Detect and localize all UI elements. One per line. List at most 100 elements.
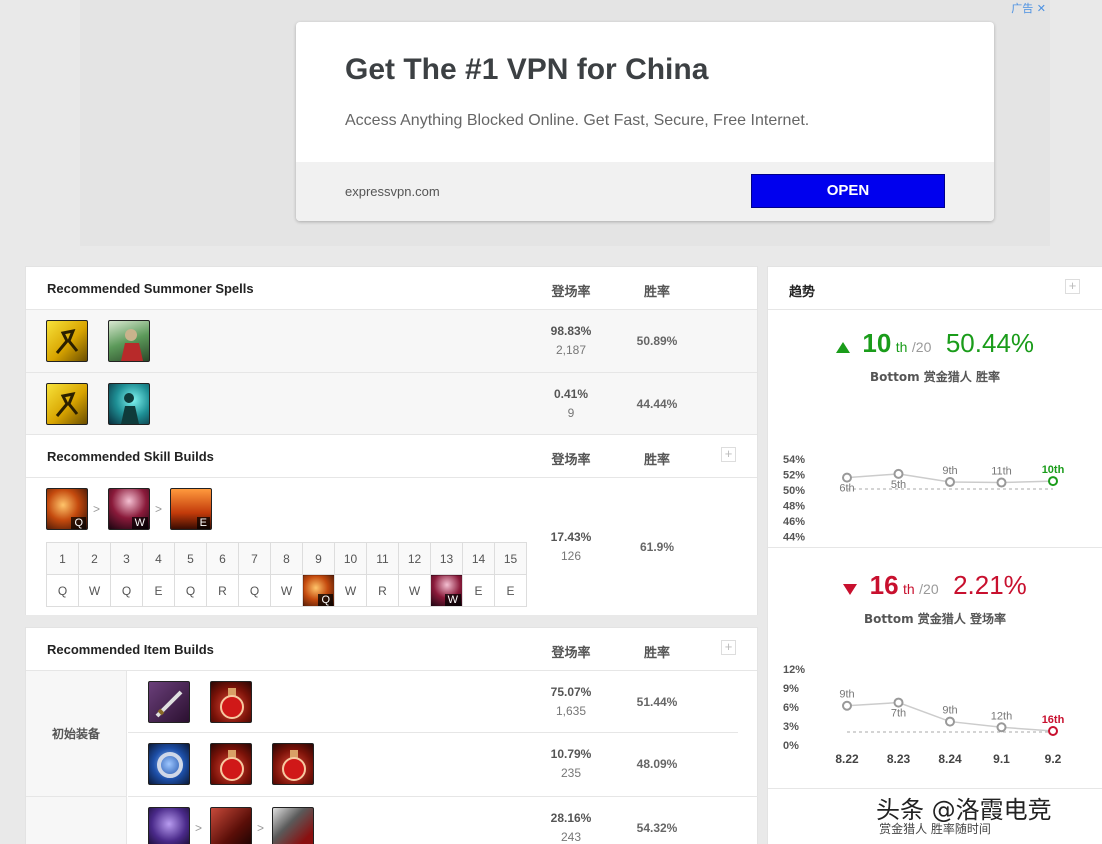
pick-rate: 10.79% <box>550 747 592 761</box>
rank-suffix: th <box>903 581 915 597</box>
ad-banner: 广告 ✕ Get The #1 VPN for China Access Any… <box>80 0 1050 246</box>
data-point <box>996 722 1007 733</box>
y-tick-label: 54% <box>783 454 805 466</box>
expand-button[interactable]: + <box>721 640 736 655</box>
pick-rate-header: 登场率 <box>551 285 591 300</box>
skill-cell: W <box>78 574 111 607</box>
win-rate: 54.32% <box>636 821 678 835</box>
level-cell: 6 <box>206 542 239 575</box>
level-cell: 11 <box>366 542 399 575</box>
x-tick-label: 8.22 <box>835 752 859 766</box>
skills-title: Recommended Skill Builds <box>47 449 214 464</box>
rank-label: 7th <box>891 708 906 720</box>
level-cell: 12 <box>398 542 431 575</box>
chevron-right-icon: > <box>93 502 101 516</box>
spell-row[interactable]: 0.41% 9 44.44% <box>26 373 757 435</box>
skill-cell: R <box>366 574 399 607</box>
ad-card[interactable]: Get The #1 VPN for China Access Anything… <box>296 22 994 221</box>
rank-label: 11th <box>991 466 1012 478</box>
items-title: Recommended Item Builds <box>47 642 214 657</box>
y-tick-label: 9% <box>783 683 799 695</box>
skill-e-icon: E <box>170 488 212 530</box>
pick-count: 1,635 <box>555 704 587 718</box>
rate-value: 50.44% <box>945 328 1035 358</box>
y-tick-label: 48% <box>783 501 805 513</box>
trend-down-icon <box>843 584 858 596</box>
skill-cell: Q <box>238 574 271 607</box>
level-cell: 5 <box>174 542 207 575</box>
pick-rank-line: 16 th /20 2.21% <box>768 570 1102 601</box>
chevron-right-icon: > <box>257 821 265 835</box>
rank-number: 10 <box>862 328 892 358</box>
win-rate-header: 胜率 <box>643 453 670 468</box>
rank-label: 9th <box>839 689 854 701</box>
rank-label: 9th <box>942 705 957 717</box>
skill-cell: Q <box>46 574 79 607</box>
long-sword-icon <box>148 681 190 723</box>
item-row[interactable]: 75.07% 1,635 51.44% <box>128 671 738 733</box>
spells-skills-panel: Recommended Summoner Spells 登场率 胜率 98.83… <box>25 266 758 615</box>
watermark: 头条 @洛霞电竞 <box>876 796 1052 824</box>
pick-rate-header: 登场率 <box>551 646 591 661</box>
pick-rate: 0.41% <box>553 387 589 401</box>
ad-footer: expressvpn.com OPEN <box>296 162 994 221</box>
ad-label: 广告 <box>1011 2 1034 15</box>
berserker-item-icon <box>210 807 252 844</box>
pick-rate-chart: 12% 9% 6% 3% 0% 9th 7th 9th 12th 16th 8.22 8.23 8.24… <box>783 664 1065 766</box>
y-tick-label: 3% <box>783 721 799 733</box>
skill-key-row: Q W Q E Q R Q W Q W R W W E E <box>46 574 527 607</box>
rank-label: 9th <box>942 465 957 477</box>
y-tick-label: 6% <box>783 702 799 714</box>
y-tick-label: 12% <box>783 664 805 676</box>
level-cell: 4 <box>142 542 175 575</box>
expand-button[interactable]: + <box>1065 279 1080 294</box>
rank-label: 16th <box>1042 714 1065 726</box>
y-tick-label: 46% <box>783 516 805 528</box>
pick-count: 9 <box>567 406 575 420</box>
win-rate-trend: 10 th /20 50.44% Bottom 赏金猎人 胜率 54% 52% 50… <box>768 310 1102 548</box>
chevron-right-icon: > <box>195 821 203 835</box>
y-tick-label: 0% <box>783 740 799 752</box>
trend-up-icon <box>835 342 850 354</box>
data-point <box>996 477 1007 488</box>
ad-open-button[interactable]: OPEN <box>751 174 945 208</box>
spells-title: Recommended Summoner Spells <box>47 281 254 296</box>
pick-count: 2,187 <box>555 343 587 357</box>
win-rate: 44.44% <box>636 397 678 411</box>
trend-header: 趋势 + <box>768 267 1102 310</box>
blade-item-icon <box>272 807 314 844</box>
expand-button[interactable]: + <box>721 447 736 462</box>
rank-number: 16 <box>869 570 899 600</box>
item-row[interactable]: > > 28.16% 243 54.32% <box>128 796 758 844</box>
pick-rate: 28.16% <box>550 811 592 825</box>
win-rank-line: 10 th /20 50.44% <box>768 328 1102 359</box>
level-cell: 10 <box>334 542 367 575</box>
rank-label: 5th <box>891 479 906 491</box>
rank-total: /20 <box>911 339 932 355</box>
item-row[interactable]: 10.79% 235 48.09% <box>128 733 758 796</box>
pick-count: 243 <box>560 830 582 844</box>
level-cell: 7 <box>238 542 271 575</box>
pick-rate: 17.43% <box>550 530 592 544</box>
skill-cell: E <box>142 574 175 607</box>
health-potion-icon <box>210 681 252 723</box>
ad-marker[interactable]: 广告 ✕ <box>1011 0 1046 16</box>
close-icon[interactable]: ✕ <box>1037 2 1046 15</box>
skill-build-row[interactable]: Q > W > E 1 2 3 4 5 6 7 8 9 10 11 12 13 … <box>26 478 757 615</box>
level-cell: 13 <box>430 542 463 575</box>
win-rate: 50.89% <box>636 334 678 348</box>
rank-label: 6th <box>839 483 854 495</box>
x-tick-label: 8.23 <box>887 752 911 766</box>
spell-row[interactable]: 98.83% 2,187 50.89% <box>26 310 757 373</box>
win-rate: 48.09% <box>636 757 678 771</box>
skill-key: Q <box>71 517 86 529</box>
level-cell: 2 <box>78 542 111 575</box>
level-cell: 15 <box>494 542 527 575</box>
doran-ring-icon <box>148 743 190 785</box>
ad-domain: expressvpn.com <box>345 184 440 199</box>
y-tick-label: 52% <box>783 470 805 482</box>
win-rate: 61.9% <box>639 540 675 554</box>
skill-cell-highlight: W <box>430 574 463 607</box>
pick-rate-header: 登场率 <box>551 453 591 468</box>
x-tick-label: 9.2 <box>1045 752 1062 766</box>
